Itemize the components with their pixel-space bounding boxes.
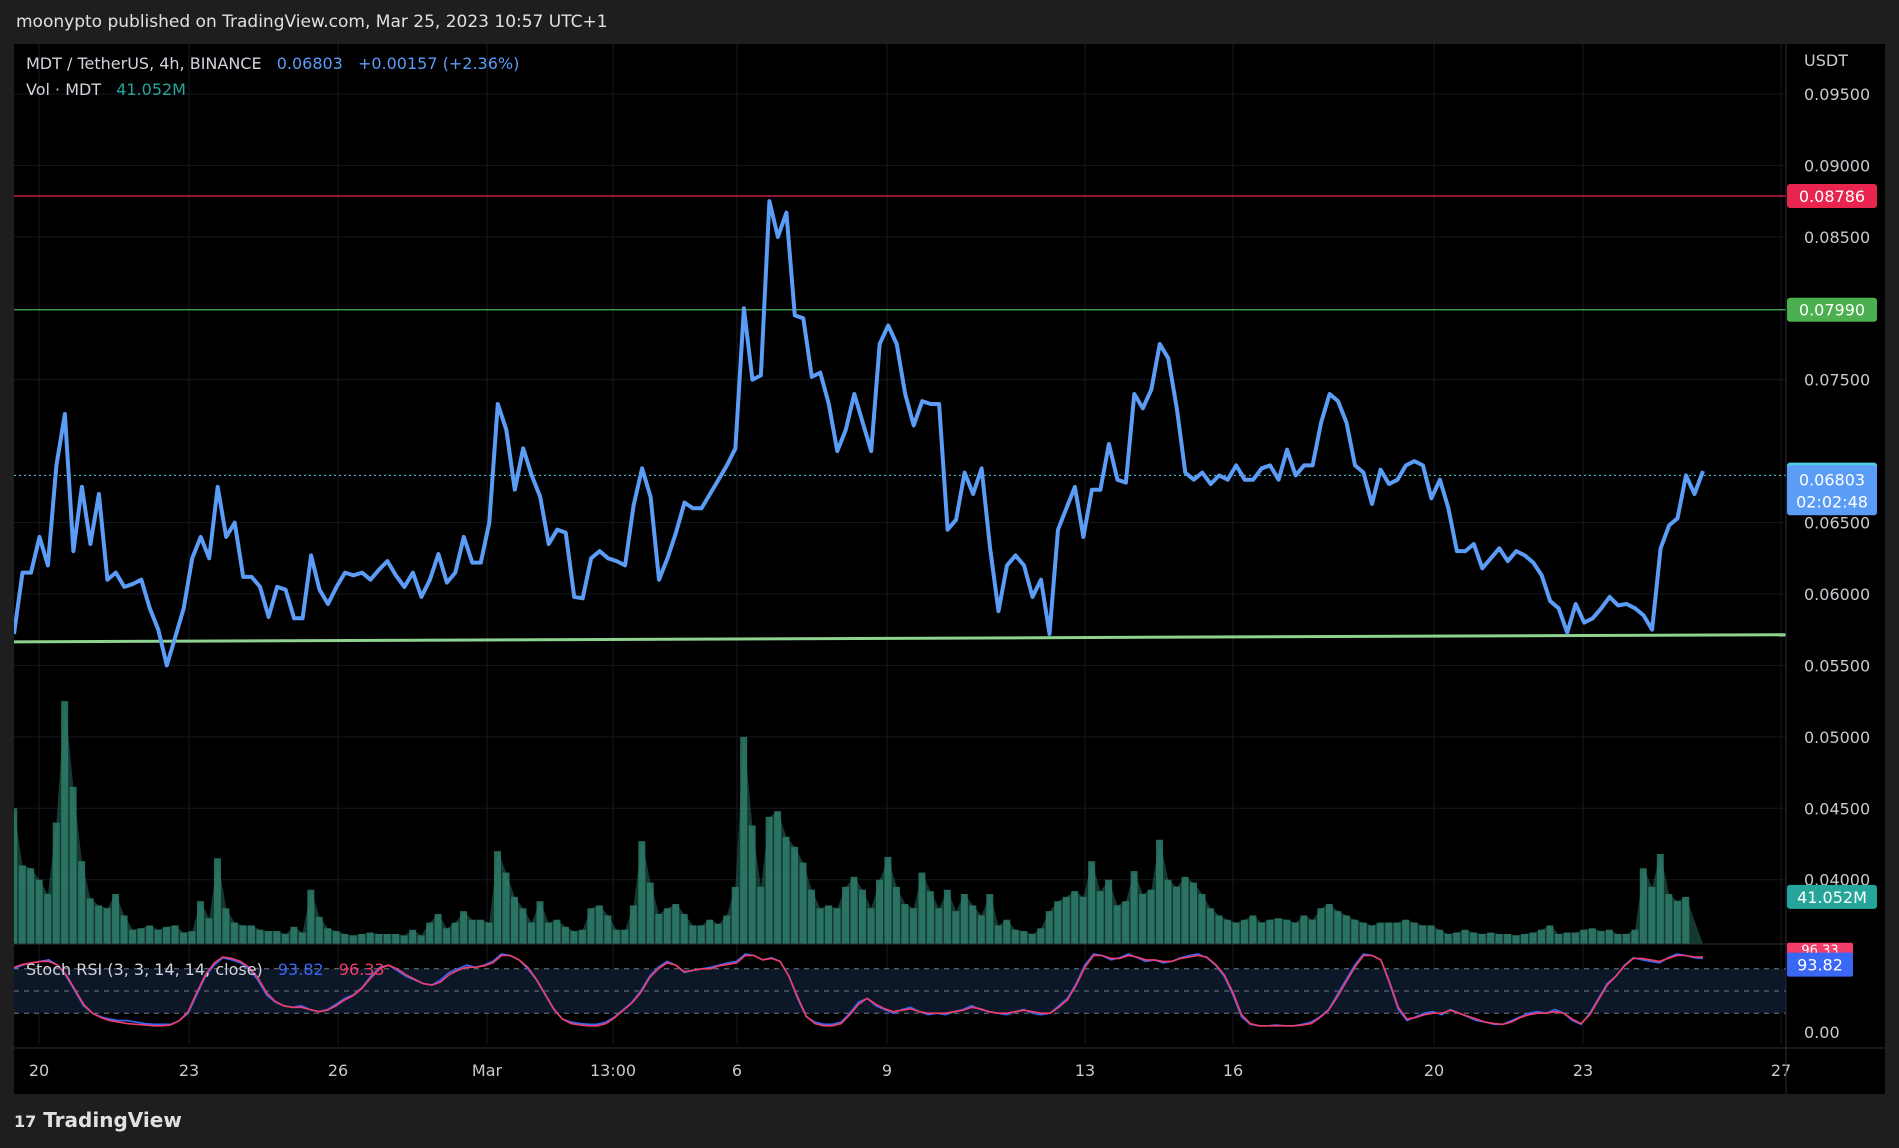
brand-name: TradingView [43, 1108, 182, 1132]
currency-label: USDT [1804, 51, 1848, 70]
footer-bar: 17 TradingView [0, 1094, 1899, 1148]
price-tick-label: 0.07500 [1804, 371, 1870, 390]
x-tick-label: 20 [1424, 1061, 1444, 1080]
price-tick-label: 0.06500 [1804, 514, 1870, 533]
badge-last-price: 0.06803 [1799, 470, 1865, 489]
symbol-legend: MDT / TetherUS, 4h, BINANCE 0.06803 +0.0… [26, 54, 519, 73]
x-tick-label: 20 [29, 1061, 49, 1080]
x-tick-label: 13:00 [590, 1061, 636, 1080]
symbol-title[interactable]: MDT / TetherUS, 4h, BINANCE [26, 54, 262, 73]
price-chart[interactable]: 20 23 26 Mar 13:00 6 9 13 16 20 23 27 0.09500 0.09000… [10, 44, 1885, 1094]
x-tick-label: Mar [472, 1061, 503, 1080]
x-tick-label: 9 [882, 1061, 892, 1080]
badge-stoch-k: 93.82 [1797, 956, 1843, 975]
price-tick-label: 0.06000 [1804, 585, 1870, 604]
publish-header: moonypto published on TradingView.com, M… [0, 0, 1899, 44]
published-line: moonypto published on TradingView.com, M… [16, 12, 608, 32]
price-change-value: +0.00157 (+2.36%) [357, 54, 520, 73]
tradingview-logo[interactable]: 17 TradingView [14, 1108, 182, 1132]
x-tick-label: 27 [1771, 1061, 1791, 1080]
price-tick-label: 0.05500 [1804, 656, 1870, 675]
price-tick-label: 0.04500 [1804, 799, 1870, 818]
x-tick-label: 26 [328, 1061, 348, 1080]
badge-volume: 41.052M [1797, 888, 1867, 907]
x-tick-label: 23 [1573, 1061, 1593, 1080]
last-price-value: 0.06803 [276, 54, 343, 73]
stoch-d-value: 96.33 [338, 960, 385, 979]
price-tick-label: 0.09500 [1804, 85, 1870, 104]
volume-label[interactable]: Vol · MDT [26, 80, 101, 99]
badge-countdown: 02:02:48 [1796, 492, 1868, 511]
tv-logo-icon: 17 [14, 1112, 37, 1131]
price-tick-label: 0.08500 [1804, 228, 1870, 247]
volume-value: 41.052M [116, 80, 186, 99]
price-tick-label: 0.09000 [1804, 156, 1870, 175]
badge-resistance-mid: 0.07990 [1799, 301, 1865, 320]
x-tick-label: 6 [732, 1061, 742, 1080]
x-tick-label: 16 [1223, 1061, 1243, 1080]
x-tick-label: 13 [1075, 1061, 1095, 1080]
x-tick-label: 23 [179, 1061, 199, 1080]
stoch-legend: Stoch RSI (3, 3, 14, 14, close) 93.82 96… [26, 960, 385, 979]
stoch-label[interactable]: Stoch RSI (3, 3, 14, 14, close) [26, 960, 263, 979]
volume-legend: Vol · MDT 41.052M [26, 80, 186, 99]
badge-resistance-high: 0.08786 [1799, 187, 1865, 206]
chart-frame[interactable]: 20 23 26 Mar 13:00 6 9 13 16 20 23 27 0.09500 0.09000… [10, 44, 1885, 1094]
stoch-k-value: 93.82 [277, 960, 324, 979]
price-tick-label: 0.05000 [1804, 728, 1870, 747]
stoch-tick-label: 0.00 [1804, 1023, 1840, 1042]
